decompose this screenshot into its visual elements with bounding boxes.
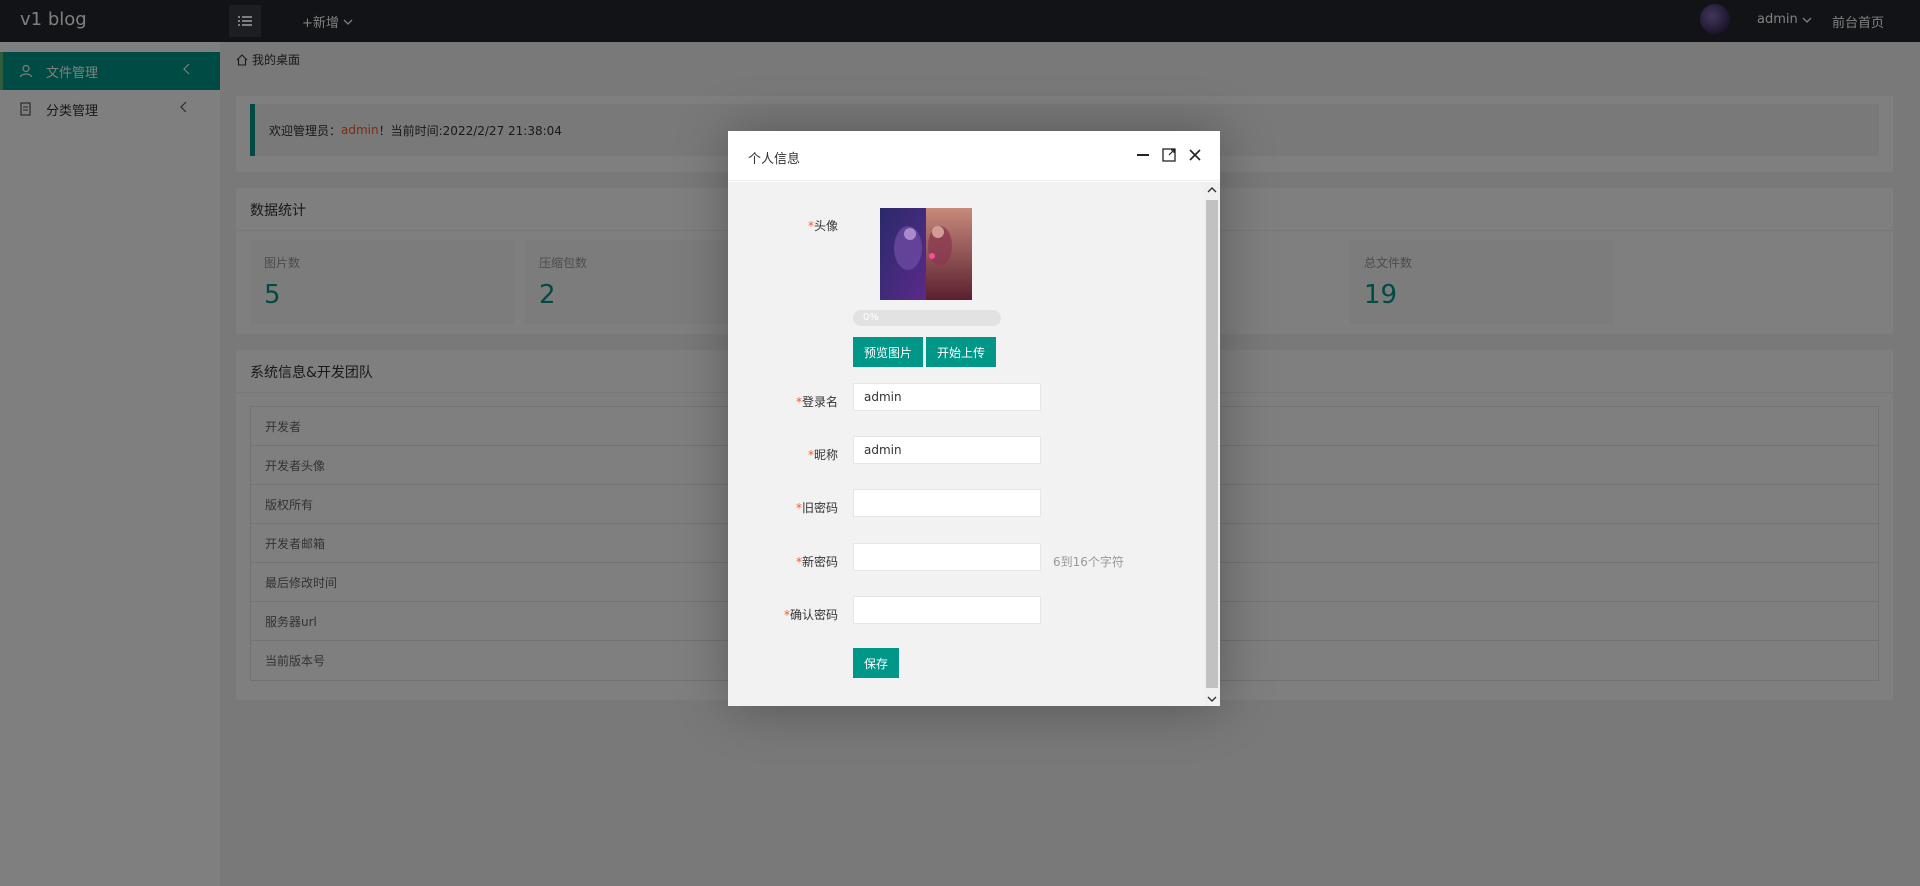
minimize-icon [1137,154,1149,156]
avatar-label: *头像 [807,219,838,233]
chevron-down-icon [1207,696,1217,702]
scroll-up-arrow[interactable] [1207,185,1217,195]
upload-progress-text: 0% [863,312,879,323]
modal-scrollbar[interactable] [1204,182,1220,706]
modal-title: 个人信息 [748,152,801,167]
login-name-input[interactable] [853,383,1041,411]
chevron-up-icon [1207,187,1217,193]
old-password-input[interactable] [853,489,1041,517]
modal-body: *头像 0% 预览图片 开始上传 *登录名 admin *昵称 admin *旧… [728,182,1220,706]
profile-modal: 个人信息 *头像 0% 预览图片 开始上传 *登录名 admin *昵称 adm… [728,131,1220,706]
preview-image-button[interactable]: 预览图片 [853,337,923,367]
nickname-label: *昵称 [807,448,838,462]
upload-progress-bar: 0% [853,310,1001,326]
save-button[interactable]: 保存 [853,648,899,678]
nickname-input[interactable] [853,436,1041,464]
maximize-icon [1162,148,1176,162]
scroll-down-arrow[interactable] [1207,694,1217,704]
confirm-password-label: *确认密码 [783,608,838,622]
close-button[interactable] [1186,146,1204,164]
start-upload-button[interactable]: 开始上传 [926,337,996,367]
new-password-input[interactable] [853,543,1041,571]
modal-header[interactable]: 个人信息 [728,131,1220,181]
new-password-hint: 6到16个字符 [1053,555,1124,569]
minimize-button[interactable] [1134,146,1152,164]
old-password-label: *旧密码 [795,501,838,515]
login-name-label: *登录名 [795,395,838,409]
close-icon [1189,149,1201,161]
maximize-button[interactable] [1160,146,1178,164]
avatar-preview-image [880,208,972,300]
new-password-label: *新密码 [795,555,838,569]
confirm-password-input[interactable] [853,596,1041,624]
scroll-thumb[interactable] [1206,200,1218,688]
